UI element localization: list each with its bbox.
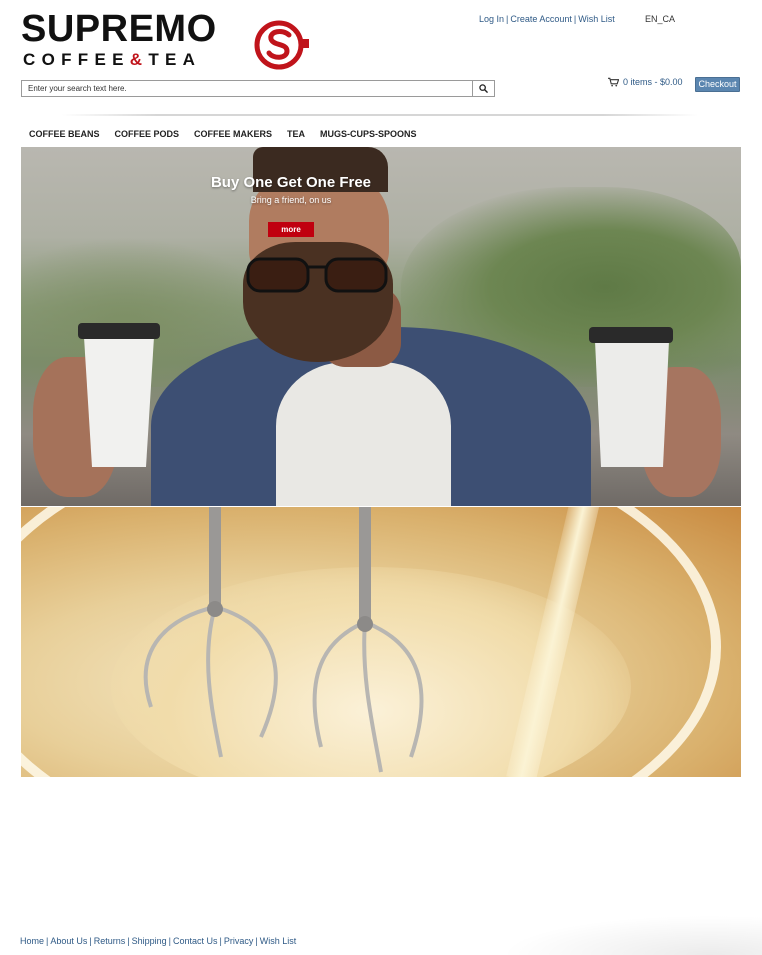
hero-image-mixer-beaters [143, 507, 424, 773]
separator: | [127, 936, 130, 946]
nav-mugs-cups-spoons[interactable]: MUGS-CUPS-SPOONS [320, 129, 417, 139]
hero-banner-coffee: Buy One Get One Free Bring a friend, on … [21, 147, 741, 506]
separator: | [506, 14, 509, 24]
nav-coffee-beans[interactable]: COFFEE BEANS [29, 129, 100, 139]
separator: | [219, 936, 222, 946]
footer-contact-link[interactable]: Contact Us [173, 936, 218, 946]
hero-subtitle: Bring a friend, on us [250, 195, 332, 205]
nav-tea[interactable]: TEA [287, 129, 305, 139]
cart-icon [608, 77, 619, 87]
logo-tagline: COFFEE&TEA [23, 50, 202, 69]
site-logo[interactable]: SUPREMO COFFEE&TEA [21, 8, 321, 74]
footer-wish-list-link[interactable]: Wish List [260, 936, 297, 946]
cart-summary[interactable]: 0 items - $0.00 [608, 77, 683, 87]
footer-shipping-link[interactable]: Shipping [132, 936, 167, 946]
separator: | [573, 14, 577, 24]
search-button[interactable] [473, 80, 495, 97]
search-icon [479, 84, 488, 93]
separator: | [46, 936, 49, 946]
hero-title: Buy One Get One Free [210, 174, 372, 191]
search-input[interactable] [21, 80, 473, 97]
header-divider [62, 114, 698, 116]
footer-about-link[interactable]: About Us [50, 936, 87, 946]
hero-more-button[interactable]: more [268, 222, 314, 237]
nav-coffee-makers[interactable]: COFFEE MAKERS [194, 129, 272, 139]
footer-links: Home | About Us | Returns | Shipping | Contact U… [20, 936, 296, 946]
locale-selector[interactable]: EN_CA [645, 14, 675, 24]
hero-image-coffee-cup [78, 323, 160, 467]
footer-returns-link[interactable]: Returns [94, 936, 126, 946]
main-nav: COFFEE BEANS COFFEE PODS COFFEE MAKERS T… [29, 129, 432, 139]
hero-banner-whisk [21, 507, 741, 777]
create-account-link[interactable]: Create Account [510, 14, 572, 24]
separator: | [255, 936, 258, 946]
hero-image-coffee-cup [589, 327, 673, 467]
footer-shadow [500, 915, 762, 955]
cart-total: 0 items - $0.00 [623, 77, 683, 87]
logo-cup-icon [254, 20, 309, 70]
separator: | [168, 936, 171, 946]
wish-list-link[interactable]: Wish List [578, 14, 615, 24]
checkout-button[interactable]: Checkout [695, 77, 740, 92]
footer-home-link[interactable]: Home [20, 936, 44, 946]
hero-image-sunglasses [246, 257, 388, 293]
footer-privacy-link[interactable]: Privacy [224, 936, 254, 946]
logo-wordmark: SUPREMO [21, 8, 217, 50]
hero-image-shirt [276, 362, 451, 506]
nav-coffee-pods[interactable]: COFFEE PODS [115, 129, 180, 139]
search-bar [21, 80, 495, 97]
login-link[interactable]: Log In [479, 14, 504, 24]
separator: | [89, 936, 92, 946]
account-links: Log In | Create Account | Wish List [479, 14, 615, 24]
